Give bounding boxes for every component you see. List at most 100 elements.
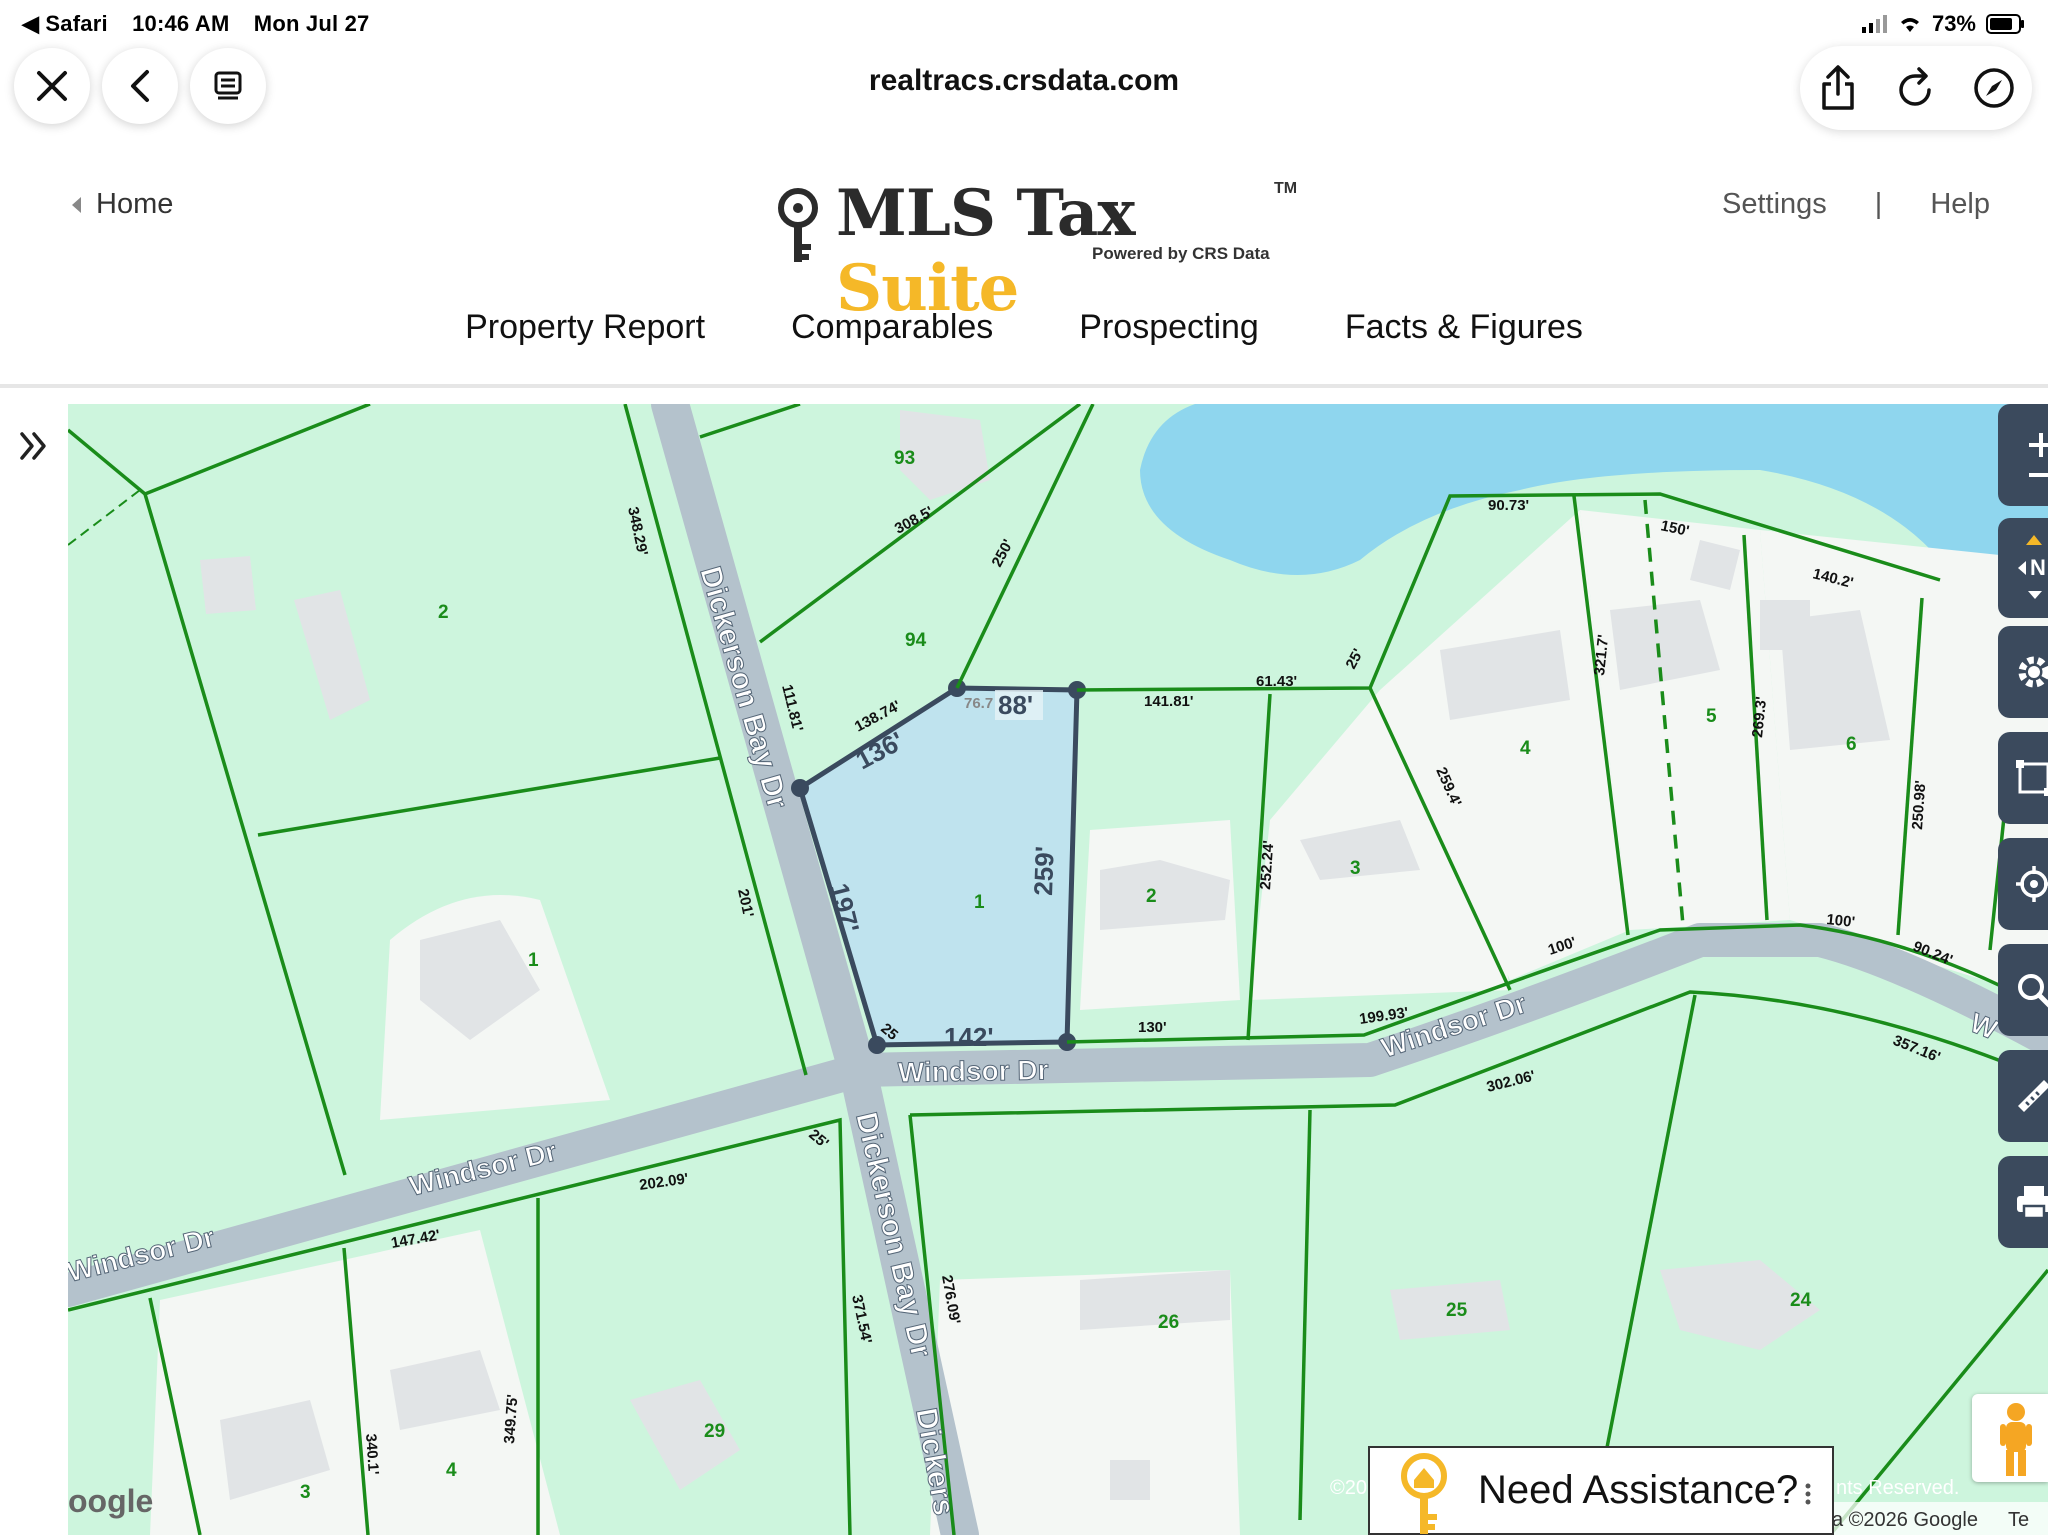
logo-powered-by: Powered by CRS Data [1092, 244, 1270, 263]
compass-icon [1974, 68, 2014, 108]
settings-tool-button[interactable] [1998, 626, 2048, 718]
dimension-label: 130' [1138, 1019, 1167, 1036]
need-assistance-widget[interactable]: Need Assistance? [1368, 1446, 1834, 1535]
svg-text:N: N [2030, 555, 2046, 580]
double-chevron-right-icon [20, 432, 46, 460]
search-tool-button[interactable] [1998, 944, 2048, 1036]
copyright-right: nts Reserved. [1836, 1477, 1959, 1499]
nav-facts-figures[interactable]: Facts & Figures [1345, 308, 1583, 347]
wifi-icon [1900, 18, 1919, 32]
dimension-label: 349.75' [501, 1394, 521, 1445]
print-tool-button[interactable] [1998, 1156, 2048, 1248]
dimension-label: 340.1' [362, 1433, 382, 1475]
dimension-label: 348.29' [624, 505, 651, 557]
parcel-top-length: 88' [998, 690, 1033, 720]
lot-number: 4 [1520, 738, 1531, 759]
measure-tool-button[interactable] [1998, 1050, 2048, 1142]
expand-sidebar-button[interactable] [16, 428, 52, 469]
logo-mls-text: MLS Tax [836, 176, 1135, 251]
status-bar: ◀ Safari 10:46 AM Mon Jul 27 73% [0, 0, 2048, 48]
header-divider [0, 384, 2048, 388]
search-icon [2018, 974, 2048, 1008]
lot-number: 93 [894, 448, 915, 469]
select-area-tool-button[interactable] [1998, 732, 2048, 824]
dimension-label: 25' [1343, 646, 1368, 672]
lot-number: 2 [438, 602, 449, 623]
dimension-label: 76.7 [964, 695, 993, 712]
dimension-label: 100' [1826, 911, 1856, 931]
lot-number: 1 [974, 892, 985, 913]
dimension-label: 308.5' [892, 503, 936, 537]
key-logo-icon [778, 188, 818, 262]
url-bar[interactable]: realtracs.crsdata.com [0, 64, 2048, 98]
back-to-safari[interactable]: ◀ Safari [22, 11, 108, 36]
caret-left-icon [72, 196, 81, 213]
dimension-label: 141.81' [1144, 693, 1193, 710]
dashed-boundary [68, 489, 141, 546]
key-house-icon [1401, 1453, 1447, 1534]
lot-number: 29 [704, 1421, 725, 1442]
home-link[interactable]: Home [70, 188, 173, 221]
dimension-label: 250.98' [1909, 780, 1929, 831]
street-view-pegman[interactable] [1972, 1394, 2048, 1482]
dimension-label: 252.24' [1257, 840, 1277, 891]
compass-button[interactable] [1970, 64, 2018, 112]
dimension-label: 201' [734, 887, 757, 919]
nav-property-report[interactable]: Property Report [465, 308, 705, 347]
lot-number: 5 [1706, 706, 1717, 727]
lot-number: 3 [1350, 858, 1361, 879]
zoom-out-icon[interactable] [2026, 470, 2048, 480]
lot-number: 26 [1158, 1312, 1179, 1333]
select-area-icon [2016, 760, 2048, 796]
google-logo: oogle [68, 1483, 153, 1519]
need-assistance-label: Need Assistance? [1478, 1468, 1799, 1512]
sidebar-panel [0, 404, 68, 1535]
dimension-label: 199.93' [1358, 1004, 1409, 1028]
printer-icon [2017, 1186, 2048, 1220]
lot-number: 3 [300, 1482, 311, 1503]
logo-tm: TM [1274, 180, 1298, 197]
lot-number: 25 [1446, 1300, 1468, 1321]
zoom-in-icon[interactable] [2026, 430, 2048, 460]
more-vertical-icon[interactable] [1804, 1482, 1812, 1506]
dimension-label: 111.81' [778, 683, 806, 733]
reload-icon [1899, 67, 1931, 106]
mls-tax-suite-logo[interactable]: MLS Tax Suite TM Powered by CRS Data [776, 176, 1306, 326]
lot-number: 2 [1146, 886, 1157, 907]
signal-icon [1861, 15, 1887, 33]
parcel-south-length: 142' [944, 1022, 994, 1052]
parcel-map-canvas[interactable]: Dickerson Bay Dr Dickerson Bay Dr Windso… [68, 404, 2048, 1535]
parcel-map[interactable]: Dickerson Bay Dr Dickerson Bay Dr Windso… [68, 404, 2048, 1535]
pegman-icon [2000, 1403, 2032, 1476]
top-links: Settings | Help [1722, 188, 1990, 221]
nav-prospecting[interactable]: Prospecting [1079, 308, 1259, 347]
settings-link[interactable]: Settings [1722, 188, 1827, 221]
dimension-label: 90.73' [1488, 497, 1529, 514]
parcel-east-length: 259' [1028, 846, 1060, 897]
reload-button[interactable] [1892, 64, 1940, 112]
copyright-left: ©20 [1330, 1477, 1367, 1499]
terms-link[interactable]: Te [2008, 1509, 2029, 1531]
compass-control[interactable]: N [1998, 518, 2048, 618]
zoom-controls [1998, 404, 2048, 506]
lot-number: 6 [1846, 734, 1857, 755]
share-button[interactable] [1814, 64, 1862, 112]
dimension-label: 302.06' [1485, 1067, 1537, 1095]
help-link[interactable]: Help [1930, 188, 1990, 221]
dimension-label: 202.09' [638, 1170, 689, 1194]
nav-comparables[interactable]: Comparables [791, 308, 993, 347]
browser-actions [1800, 46, 2032, 130]
main-nav: Property Report Comparables Prospecting … [0, 308, 2048, 347]
ruler-icon [2018, 1080, 2048, 1112]
lot-number: 94 [905, 630, 927, 651]
battery-icon [1986, 14, 2024, 34]
battery-percent: 73% [1931, 11, 1976, 36]
gear-icon [2018, 656, 2048, 688]
road-label-windsor-center: Windsor Dr [898, 1054, 1049, 1088]
lot-number: 24 [1790, 1290, 1812, 1311]
locate-tool-button[interactable] [1998, 838, 2048, 930]
dimension-label: 250' [989, 537, 1017, 570]
lot-number: 1 [528, 950, 539, 971]
status-time: 10:46 AM [132, 11, 230, 36]
dimension-label: 371.54' [848, 1293, 875, 1345]
